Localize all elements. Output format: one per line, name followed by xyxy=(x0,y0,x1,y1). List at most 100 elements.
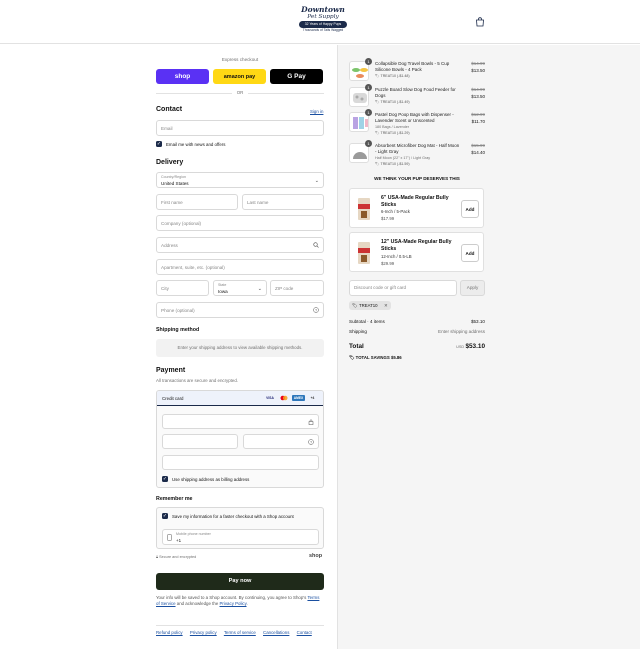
add-button[interactable]: Add xyxy=(461,200,479,218)
address-placeholder: Address xyxy=(161,242,178,248)
upsell-title: 6" USA-Made Regular Bully Sticks xyxy=(381,195,449,208)
amex-icon: AMEX xyxy=(292,395,305,401)
item-name: Absorbent Microfiber Dog Mat - Half Moon… xyxy=(375,143,460,154)
save-info-checkbox[interactable]: ✓ xyxy=(162,513,168,519)
mobile-phone-label: Mobile phone number xyxy=(176,532,211,536)
privacy-link[interactable]: Privacy Policy xyxy=(220,601,247,606)
refund-policy-link[interactable]: Refund policy xyxy=(156,630,183,635)
apartment-field[interactable]: Apartment, suite, etc. (optional) xyxy=(156,259,324,275)
apartment-placeholder: Apartment, suite, etc. (optional) xyxy=(161,264,225,270)
shopping-bag-icon[interactable] xyxy=(475,17,485,27)
add-button[interactable]: Add xyxy=(461,244,479,262)
mastercard-icon xyxy=(279,395,289,401)
mobile-phone-field[interactable]: Mobile phone number +1 xyxy=(162,529,319,545)
mobile-phone-value: +1 xyxy=(176,538,182,543)
upsell-variant: 12-Inch / 0.5-LB xyxy=(381,254,412,259)
upsell-price: $17.99 xyxy=(381,216,395,221)
item-discount-tag: 🏷︎ TREAT10 (-$1.48) xyxy=(375,74,410,78)
search-icon xyxy=(313,242,319,248)
item-discount-tag: 🏷︎ TREAT10 (-$1.59) xyxy=(375,162,410,166)
item-old-price: $14.99 xyxy=(471,61,485,66)
help-circle-icon[interactable]: ? xyxy=(313,307,319,313)
currency-code: USD xyxy=(456,345,465,349)
item-discount-tag: 🏷︎ TREAT10 (-$1.49) xyxy=(375,100,410,104)
line-item: 1 Collapsible Dog Travel Bowls - 5 Cup S… xyxy=(349,58,485,85)
last-name-field[interactable]: Last name xyxy=(242,194,324,210)
email-placeholder: Email xyxy=(161,125,173,131)
payment-subtitle: All transactions are secure and encrypte… xyxy=(156,378,239,383)
item-price: $15.99 $14.40 xyxy=(471,143,485,156)
card-expiry-field[interactable] xyxy=(162,434,238,449)
zip-field[interactable]: ZIP code xyxy=(270,280,324,296)
news-checkbox[interactable]: ✓ xyxy=(156,141,162,147)
phone-field[interactable]: Phone (optional) ? xyxy=(156,302,324,318)
contact-link[interactable]: Contact xyxy=(297,630,312,635)
total-value: $53.10 xyxy=(465,343,485,350)
country-select[interactable]: Country/Region United States ⌄ xyxy=(156,172,324,188)
pay-now-button[interactable]: Pay now xyxy=(156,573,324,590)
item-price: $12.99 $11.70 xyxy=(471,112,485,125)
terms-of-service-link[interactable]: Terms of service xyxy=(224,630,256,635)
discount-code-field[interactable]: Discount code or gift card xyxy=(349,280,457,296)
phone-placeholder: Phone (optional) xyxy=(161,307,195,313)
subtotal-row: Subtotal · 4 items $53.10 xyxy=(349,319,485,324)
item-old-price: $15.99 xyxy=(471,143,485,148)
privacy-policy-link[interactable]: Privacy policy xyxy=(190,630,217,635)
item-discount-text: TREAT10 (-$1.49) xyxy=(380,100,410,104)
address-field[interactable]: Address xyxy=(156,237,324,253)
product-image xyxy=(358,242,370,264)
secure-note: 🔒︎ Secure and encrypted xyxy=(156,555,196,559)
line-item: 1 Pastel Dog Poop Bags with Dispenser - … xyxy=(349,109,485,136)
billing-checkbox[interactable]: ✓ xyxy=(162,476,168,482)
zip-placeholder: ZIP code xyxy=(275,285,294,291)
item-price: $14.99 $13.50 xyxy=(471,61,485,74)
email-field[interactable]: Email xyxy=(156,120,324,136)
shipping-row: Shipping Enter shipping address xyxy=(349,329,485,334)
company-field[interactable]: Company (optional) xyxy=(156,215,324,231)
shop-brand-logo: shop xyxy=(309,553,323,559)
applied-code: TREAT10 xyxy=(359,303,378,308)
savings-icon: 🏷︎ xyxy=(349,355,355,360)
amazon-pay-button[interactable]: amazon pay xyxy=(213,69,266,84)
card-number-field[interactable] xyxy=(162,414,319,429)
upsell-card: 12" USA-Made Regular Bully Sticks 12-Inc… xyxy=(349,232,484,272)
sign-in-link[interactable]: Sign in xyxy=(310,109,323,114)
svg-text:?: ? xyxy=(310,440,312,444)
total-row: Total USD $53.10 xyxy=(349,343,485,353)
item-name: Puzzle Board Slow Dog Food Feeder for Do… xyxy=(375,87,456,98)
remember-me-box: ✓ Save my information for a faster check… xyxy=(156,507,324,549)
store-logo[interactable]: Downtown Pet Supply 32 Years of Happy Pu… xyxy=(295,6,351,33)
city-field[interactable]: City xyxy=(156,280,209,296)
logo-line2: Pet Supply xyxy=(307,13,339,20)
upsell-title: 12" USA-Made Regular Bully Sticks xyxy=(381,239,452,252)
google-pay-button[interactable]: G Pay xyxy=(270,69,323,84)
company-placeholder: Company (optional) xyxy=(161,220,202,226)
billing-label: Use shipping address as billing address xyxy=(172,477,250,482)
item-discount-text: TREAT10 (-$1.59) xyxy=(380,162,410,166)
applied-code-chip: 🏷︎ TREAT10 ✕ xyxy=(349,301,391,310)
site-header: Downtown Pet Supply 32 Years of Happy Pu… xyxy=(0,0,640,44)
item-name: Pastel Dog Poop Bags with Dispenser - La… xyxy=(375,112,454,123)
close-icon[interactable]: ✕ xyxy=(384,301,388,310)
logo-line1: Downtown xyxy=(301,5,345,14)
help-circle-icon[interactable]: ? xyxy=(308,439,314,445)
lock-icon xyxy=(308,419,314,425)
phone-icon xyxy=(167,534,172,541)
shop-pay-button[interactable]: shop xyxy=(156,69,209,84)
footer-links: Refund policy Privacy policy Terms of se… xyxy=(156,630,318,635)
logo-pill: 32 Years of Happy Pups xyxy=(299,21,347,28)
card-name-field[interactable] xyxy=(162,455,319,470)
quantity-badge: 1 xyxy=(365,140,372,147)
first-name-field[interactable]: First name xyxy=(156,194,238,210)
credit-card-option[interactable]: Credit card VISA AMEX +4 xyxy=(157,391,323,406)
apply-button[interactable]: Apply xyxy=(460,280,485,296)
credit-card-form: Credit card VISA AMEX +4 ? ✓ Use shippin… xyxy=(156,390,324,488)
product-image xyxy=(358,198,370,220)
quantity-badge: 1 xyxy=(365,58,372,65)
state-select[interactable]: State Iowa ⌄ xyxy=(213,280,267,296)
secure-label: Secure and encrypted xyxy=(159,555,197,559)
cancellations-link[interactable]: Cancellations xyxy=(263,630,289,635)
card-cvv-field[interactable]: ? xyxy=(243,434,319,449)
chevron-down-icon: ⌄ xyxy=(257,286,262,292)
tag-icon: 🏷︎ xyxy=(352,303,358,308)
